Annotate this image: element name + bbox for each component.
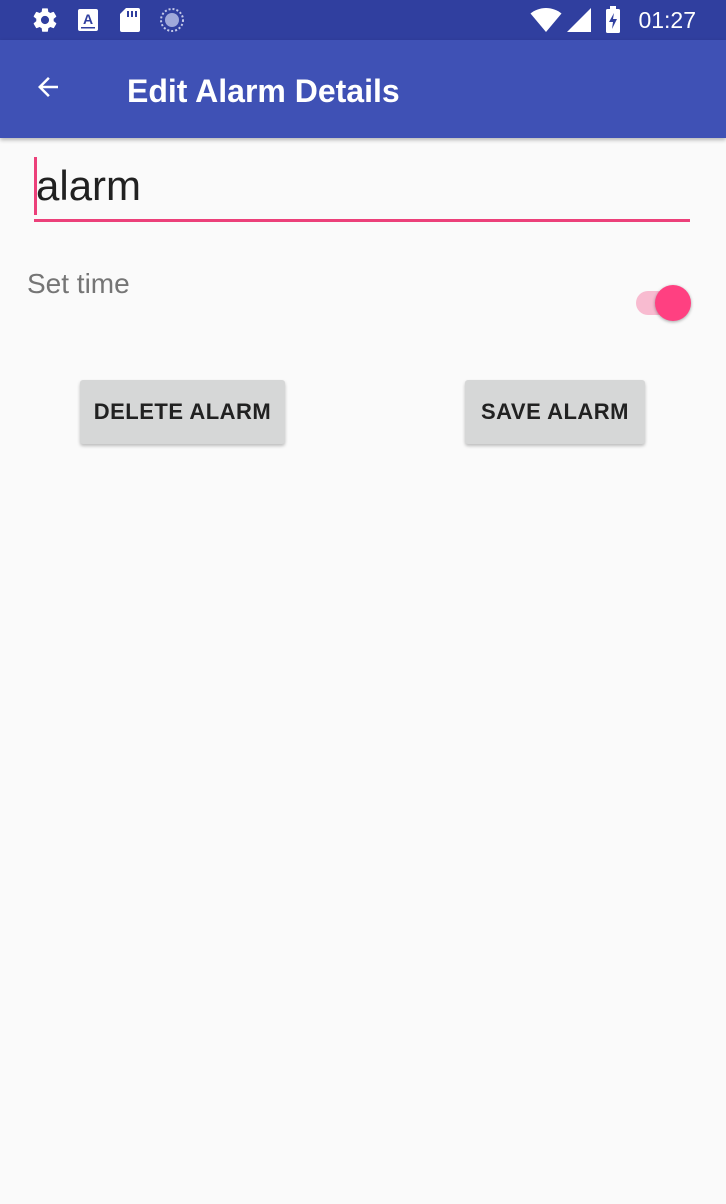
text-cursor: [34, 157, 37, 215]
switch-thumb: [655, 285, 691, 321]
arrow-back-icon: [33, 72, 63, 107]
alarm-name-field[interactable]: [34, 152, 690, 222]
delete-alarm-button[interactable]: DELETE ALARM: [80, 380, 285, 444]
sd-card-icon: [118, 6, 142, 34]
set-time-switch[interactable]: [634, 285, 692, 321]
status-time: 01:27: [638, 7, 696, 33]
save-alarm-button[interactable]: SAVE ALARM: [465, 380, 645, 444]
cell-signal-icon: [566, 6, 592, 34]
set-time-label: Set time: [27, 268, 130, 299]
battery-charging-icon: [604, 6, 622, 34]
sync-progress-icon: [158, 6, 186, 34]
page-title: Edit Alarm Details: [127, 73, 400, 109]
app-bar: Edit Alarm Details: [0, 40, 726, 138]
gear-icon: [30, 6, 60, 34]
font-a-icon: A: [76, 6, 100, 34]
status-bar: A 01:27: [0, 0, 726, 40]
back-button[interactable]: [22, 67, 74, 111]
wifi-icon: [530, 6, 562, 34]
svg-text:A: A: [83, 11, 93, 27]
alarm-name-input[interactable]: [34, 158, 676, 214]
